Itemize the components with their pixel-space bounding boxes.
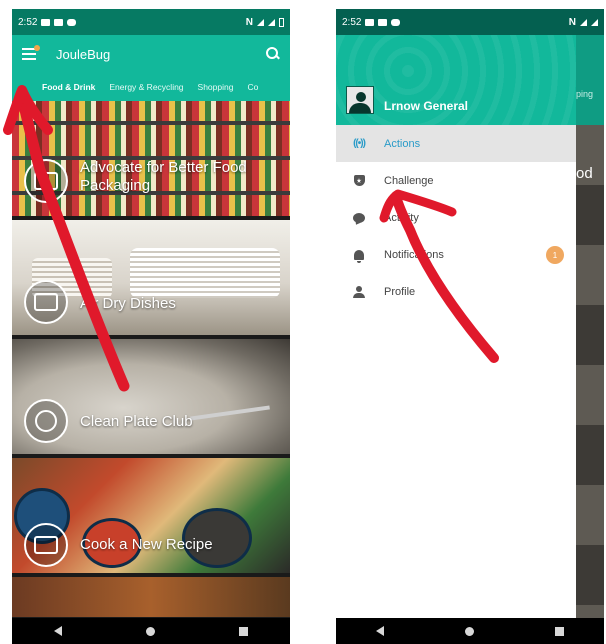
app-bar: JouleBug [12, 35, 290, 73]
card-title: Air Dry Dishes [80, 295, 176, 312]
notification-count-badge: 1 [546, 246, 564, 264]
background-card-strip [576, 125, 604, 618]
person-icon [352, 285, 366, 299]
tab-energy-recycling[interactable]: Energy & Recycling [109, 82, 183, 92]
action-card[interactable]: Advocate for Better Food Packaging [12, 101, 290, 216]
right-phone-screen: 2:52 N ping od Lrnow General ((•)) Actio… [336, 9, 604, 644]
battery-icon [279, 17, 284, 27]
navigation-drawer: Lrnow General ((•)) Actions Challenge Ac… [336, 35, 576, 618]
status-time: 2:52 [18, 16, 38, 28]
action-card-partial[interactable] [12, 577, 290, 617]
instagram-icon [391, 18, 401, 26]
screenshot-composite: 2:52 N JouleBug Food & Drink Energy & Re [0, 0, 606, 644]
drawer-item-label: Actions [384, 137, 421, 150]
wifi-icon [580, 18, 587, 26]
drawer-item-label: Profile [384, 285, 416, 298]
chef-hat-icon [24, 523, 68, 567]
notification-icon [378, 18, 388, 26]
android-nav-bar [336, 618, 604, 644]
nfc-icon: N [568, 16, 576, 28]
tab-food-drink[interactable]: Food & Drink [42, 82, 95, 92]
action-card-list: Advocate for Better Food Packaging Air D… [12, 101, 290, 621]
signal-icon [591, 18, 598, 26]
drawer-item-activity[interactable]: Activity [336, 199, 576, 236]
home-icon[interactable] [464, 626, 474, 636]
back-icon[interactable] [376, 626, 385, 636]
tab-partial[interactable]: Co [247, 82, 258, 92]
status-time: 2:52 [342, 16, 362, 28]
wifi-icon [257, 18, 264, 26]
android-nav-bar [12, 618, 290, 644]
drawer-item-label: Challenge [384, 174, 434, 187]
recent-apps-icon[interactable] [239, 626, 248, 636]
notification-icon [41, 18, 51, 26]
category-tabs: Food & Drink Energy & Recycling Shopping… [12, 73, 290, 101]
plate-icon [24, 399, 68, 443]
nfc-icon: N [245, 16, 253, 28]
background-tab-peek: ping [576, 89, 594, 99]
bell-icon [352, 248, 366, 263]
drawer-item-notifications[interactable]: Notifications 1 [336, 236, 576, 273]
drawer-item-label: Notifications [384, 248, 444, 261]
notification-icon [365, 18, 375, 26]
actions-icon: ((•)) [353, 138, 366, 149]
search-icon[interactable] [266, 47, 280, 61]
signal-icon [268, 18, 275, 26]
drawer-header: Lrnow General [336, 35, 576, 125]
tab-shopping[interactable]: Shopping [198, 82, 234, 92]
instagram-icon [67, 18, 77, 26]
card-title: Advocate for Better Food Packaging [80, 159, 247, 194]
status-bar: 2:52 N [336, 9, 604, 35]
recent-apps-icon[interactable] [554, 626, 564, 636]
avatar[interactable] [346, 86, 374, 114]
menu-notification-dot [34, 45, 40, 51]
drawer-item-challenge[interactable]: Challenge [336, 162, 576, 199]
drawer-item-label: Activity [384, 211, 419, 224]
chat-bubble-icon [352, 211, 366, 225]
action-card[interactable]: Clean Plate Club [12, 339, 290, 454]
back-icon[interactable] [54, 626, 62, 636]
notification-icon [54, 18, 64, 26]
card-title: Clean Plate Club [80, 413, 193, 430]
user-name: Lrnow General [384, 99, 469, 113]
action-card[interactable]: Air Dry Dishes [12, 220, 290, 335]
packaging-icon [24, 159, 68, 203]
hamburger-menu-icon[interactable] [22, 45, 40, 60]
card-title: Cook a New Recipe [80, 536, 213, 553]
challenge-shield-icon [352, 174, 366, 188]
drawer-item-profile[interactable]: Profile [336, 273, 576, 310]
action-card[interactable]: Cook a New Recipe [12, 458, 290, 573]
home-icon[interactable] [146, 626, 155, 636]
drawer-item-actions[interactable]: ((•)) Actions [336, 125, 576, 162]
dishwasher-icon [24, 280, 68, 324]
background-card-peek: od [576, 165, 593, 182]
status-bar: 2:52 N [12, 9, 290, 35]
app-title: JouleBug [56, 46, 111, 62]
left-phone-screen: 2:52 N JouleBug Food & Drink Energy & Re [12, 9, 290, 644]
